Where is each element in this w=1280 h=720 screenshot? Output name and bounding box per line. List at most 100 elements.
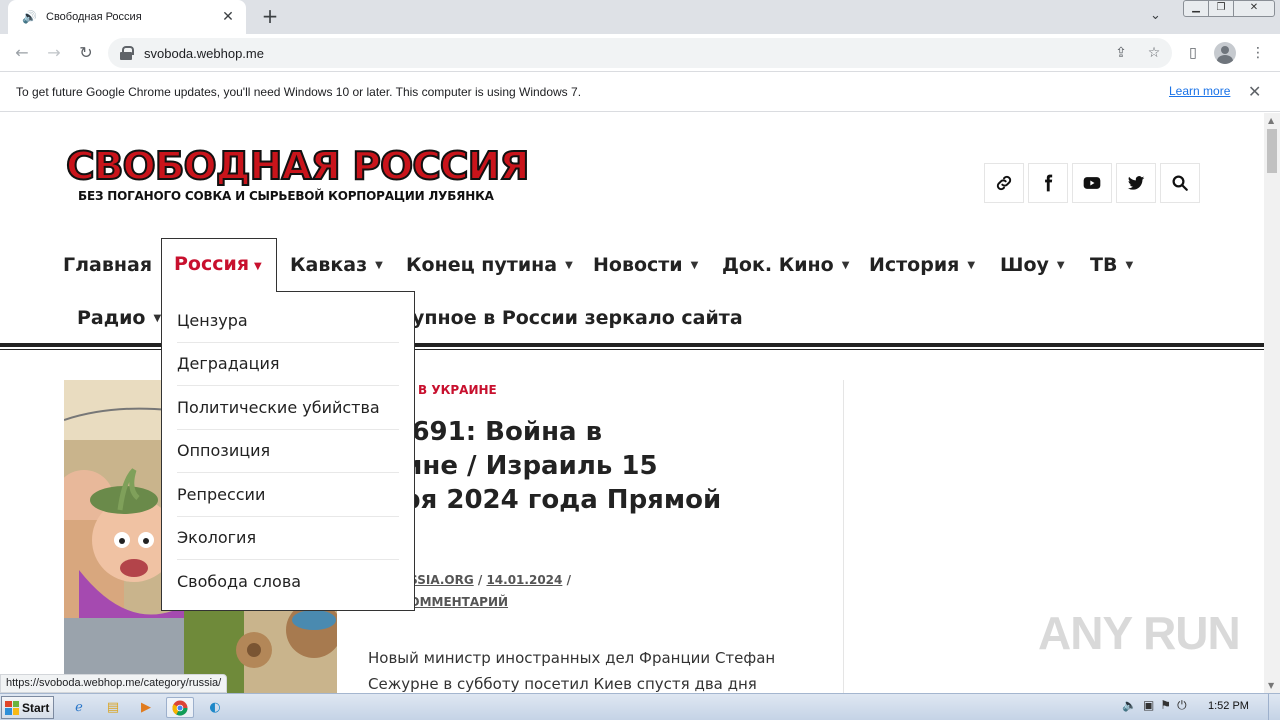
lock-icon[interactable] [120,46,134,60]
reload-button[interactable]: ↻ [74,42,98,64]
article-excerpt: Новый министр иностранных дел Франции Ст… [368,645,788,693]
nav-label: История [869,254,960,276]
nav-item-show[interactable]: Шоу ▼ [1000,254,1065,276]
scroll-down-arrow-icon[interactable]: ▼ [1268,681,1274,690]
browser-toolbar: ← → ↻ svoboda.webhop.me ⇪ ☆ ▯ ⋮ [0,34,1280,72]
nav-item-end-of-putin[interactable]: Конец путина ▼ [406,254,573,276]
windows-taskbar: Start ℯ ▤ ▶ ◐ 🔈 ▣ ⚑ ⏻ 1:52 PM [0,693,1280,720]
network-icon[interactable]: ▣ [1143,698,1154,713]
window-restore-button[interactable]: ❐ [1208,0,1234,17]
headline-line: раине / Израиль 15 [368,451,658,481]
link-icon[interactable] [984,163,1024,203]
logo-subtitle: БЕЗ ПОГАНОГО СОВКА И СЫРЬЕВОЙ КОРПОРАЦИИ… [78,189,494,203]
dropdown-item-ecology[interactable]: Экология [177,517,399,560]
dropdown-item-censorship[interactable]: Цензура [177,299,399,343]
audio-playing-icon[interactable]: 🔊 [22,10,40,24]
sidebar-divider [843,380,844,693]
media-player-icon[interactable]: ▶ [135,697,157,718]
address-bar[interactable]: svoboda.webhop.me ⇪ ☆ [108,38,1172,68]
nav-label: Конец путина [406,254,558,276]
dropdown-item-degradation[interactable]: Деградация [177,343,399,386]
menu-kebab-icon[interactable]: ⋮ [1247,42,1269,64]
internet-explorer-icon[interactable]: ℯ [68,697,90,718]
share-icon[interactable]: ⇪ [1111,38,1131,68]
learn-more-link[interactable]: Learn more [1169,84,1230,98]
volume-icon[interactable]: 🔈 [1122,698,1137,713]
side-panel-icon[interactable]: ▯ [1182,42,1204,64]
dropdown-arrow-icon: ▼ [690,260,699,271]
infobar-message: To get future Google Chrome updates, you… [16,84,582,99]
profile-avatar-icon[interactable] [1214,42,1236,64]
headline-line: ир [368,517,788,551]
dropdown-arrow-icon: ▼ [967,260,976,271]
site-logo[interactable]: СВОБОДНАЯ РОССИЯ БЕЗ ПОГАНОГО СОВКА И СЫ… [65,143,531,215]
bookmark-star-icon[interactable]: ☆ [1144,38,1164,68]
start-label: Start [22,700,50,715]
update-infobar: To get future Google Chrome updates, you… [0,72,1280,112]
forward-button[interactable]: → [42,42,66,64]
dropdown-arrow-icon: ▼ [375,260,383,271]
show-desktop-button[interactable] [1268,694,1280,720]
url-text[interactable]: svoboda.webhop.me [144,46,264,61]
nav-label: упное в России зеркало сайта [412,307,743,329]
article-date-link[interactable]: 14.01.2024 [486,573,562,587]
nav-label: Док. Кино [722,254,834,276]
logo-title: СВОБОДНАЯ РОССИЯ [65,143,531,189]
nav-item-radio[interactable]: Радио ▼ [77,307,161,329]
nav-label: Радио [77,307,146,329]
nav-item-tv[interactable]: ТВ ▼ [1090,254,1133,276]
anyrun-watermark: ANY RUN [1038,607,1241,659]
article-headline[interactable]: нь 691: Война в раине / Израиль 15 варя … [368,415,788,551]
taskbar-clock[interactable]: 1:52 PM [1208,700,1249,712]
browser-tab[interactable]: 🔊 Свободная Россия ✕ [8,0,246,34]
twitter-icon[interactable] [1116,163,1156,203]
headline-line: варя 2024 года Прямой [368,485,722,515]
nav-label: ТВ [1090,254,1118,276]
tab-strip: 🔊 Свободная Россия ✕ + ⌄ ▁ ❐ ✕ [0,0,1280,34]
tab-search-icon[interactable]: ⌄ [1150,8,1161,23]
dropdown-item-repressions[interactable]: Репрессии [177,473,399,517]
back-button[interactable]: ← [10,42,34,64]
tab-title: Свободная Россия [46,11,142,23]
nav-item-news[interactable]: Новости ▼ [593,254,698,276]
action-center-icon[interactable]: ⚑ [1160,698,1171,713]
dropdown-item-opposition[interactable]: Оппозиция [177,430,399,473]
page-scrollbar[interactable]: ▲ ▼ [1264,113,1280,693]
new-tab-button[interactable]: + [258,4,282,28]
dropdown-arrow-icon: ▼ [254,261,262,272]
power-icon[interactable]: ⏻ [1177,698,1187,713]
youtube-icon[interactable] [1072,163,1112,203]
infobar-close-icon[interactable]: ✕ [1248,82,1261,101]
file-explorer-icon[interactable]: ▤ [102,697,124,718]
nav-label: Новости [593,254,683,276]
nav-item-caucasus[interactable]: Кавказ ▼ [290,254,383,276]
nav-item-russia[interactable]: Россия ▼ [161,238,277,292]
nav-label: Главная [63,254,153,276]
dropdown-item-political-murders[interactable]: Политические убийства [177,386,399,430]
russia-dropdown-menu: Цензура Деградация Политические убийства… [161,291,415,611]
dropdown-item-free-speech[interactable]: Свобода слова [177,560,399,604]
nav-item-documentary[interactable]: Док. Кино ▼ [722,254,849,276]
edge-icon[interactable]: ◐ [204,697,226,718]
nav-label: Россия [174,253,250,275]
nav-label: Шоу [1000,254,1049,276]
nav-item-mirror[interactable]: упное в России зеркало сайта [412,307,743,329]
nav-item-history[interactable]: История ▼ [869,254,975,276]
windows-logo-icon [5,700,19,715]
dropdown-arrow-icon: ▼ [565,260,573,271]
chrome-taskbar-icon[interactable] [166,697,194,718]
scroll-up-arrow-icon[interactable]: ▲ [1268,116,1274,125]
facebook-icon[interactable] [1028,163,1068,203]
dropdown-arrow-icon: ▼ [1056,260,1065,271]
status-bar-url: https://svoboda.webhop.me/category/russi… [0,674,228,693]
nav-item-home[interactable]: Главная [63,254,152,276]
scrollbar-thumb[interactable] [1267,129,1277,173]
article-category-link[interactable]: В УКРАИНЕ [418,383,497,397]
tab-close-icon[interactable]: ✕ [220,9,236,25]
headline-line: нь 691: Война в [368,417,603,447]
search-icon[interactable] [1160,163,1200,203]
window-minimize-button[interactable]: ▁ [1183,0,1209,17]
window-close-button[interactable]: ✕ [1233,0,1275,17]
start-button[interactable]: Start [1,696,54,719]
excerpt-line: Новый министр иностранных дел Франции Ст… [368,649,776,667]
